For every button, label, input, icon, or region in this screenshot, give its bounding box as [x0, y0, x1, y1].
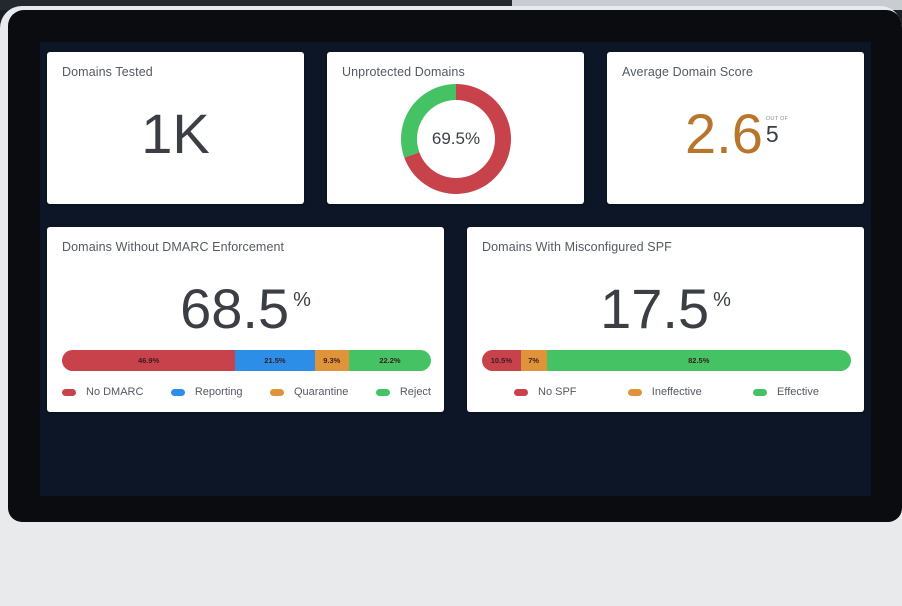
- legend-label: No SPF: [538, 386, 577, 398]
- misconfigured-spf-card: Domains With Misconfigured SPF 17.5% 10.…: [467, 227, 864, 412]
- legend-label: Reporting: [194, 386, 243, 398]
- legend-item-no-spf[interactable]: No SPF: [514, 386, 577, 398]
- domains-tested-card: Domains Tested 1K: [47, 52, 304, 204]
- score-scale: OUT OF 5: [766, 116, 788, 146]
- legend-label: Effective: [777, 386, 819, 398]
- dmarc-percentage: 68.5%: [47, 279, 444, 339]
- legend-item-no-dmarc[interactable]: No DMARC: [62, 386, 143, 398]
- bar-segment-quarantine: 9.3%: [314, 350, 349, 371]
- legend-label: Ineffective: [651, 386, 702, 398]
- score-display: 2.6 OUT OF 5: [685, 104, 788, 164]
- legend-item-reject[interactable]: Reject: [375, 386, 431, 398]
- spf-legend: No SPF Ineffective Effective: [482, 385, 851, 399]
- card-title: Average Domain Score: [622, 65, 754, 79]
- unprotected-donut-chart: 69.5%: [400, 83, 512, 195]
- bar-segment-reject: 22.2%: [348, 350, 431, 371]
- spf-stacked-bar: 10.5% 7% 82.5%: [482, 350, 851, 371]
- score-max-value: 5: [765, 121, 779, 147]
- legend-item-ineffective[interactable]: Ineffective: [627, 386, 702, 398]
- unprotected-domains-card: Unprotected Domains 69.5%: [327, 52, 584, 204]
- card-title: Domains Tested: [62, 65, 153, 79]
- monitor-bezel: Domains Tested 1K Unprotected Domains 69…: [8, 10, 902, 522]
- domains-tested-value: 1K: [141, 102, 210, 165]
- bar-segment-ineffective: 7%: [520, 350, 547, 371]
- legend-label: Reject: [399, 386, 431, 398]
- spf-percentage-value: 17.5: [600, 277, 710, 340]
- percent-sign: %: [293, 289, 311, 311]
- legend-swatch: [170, 388, 185, 396]
- dmarc-enforcement-card: Domains Without DMARC Enforcement 68.5% …: [47, 227, 444, 412]
- legend-swatch: [62, 388, 76, 396]
- percent-sign: %: [713, 289, 731, 311]
- dashboard-screen: Domains Tested 1K Unprotected Domains 69…: [40, 42, 871, 496]
- monitor-frame: Domains Tested 1K Unprotected Domains 69…: [0, 6, 902, 606]
- bar-segment-no-spf: 10.5%: [482, 350, 521, 371]
- legend-item-quarantine[interactable]: Quarantine: [269, 386, 349, 398]
- legend-item-reporting[interactable]: Reporting: [170, 386, 243, 398]
- legend-swatch: [753, 388, 767, 396]
- dmarc-stacked-bar: 46.9% 21.5% 9.3% 22.2%: [62, 350, 431, 371]
- card-title: Unprotected Domains: [342, 65, 465, 79]
- average-score-value: 2.6: [685, 102, 763, 165]
- average-domain-score-card: Average Domain Score 2.6 OUT OF 5: [607, 52, 864, 204]
- donut-center-label: 69.5%: [431, 129, 481, 148]
- spf-percentage: 17.5%: [467, 279, 864, 339]
- dmarc-percentage-value: 68.5: [180, 277, 290, 340]
- legend-swatch: [627, 388, 642, 396]
- legend-label: No DMARC: [86, 386, 144, 398]
- legend-label: Quarantine: [293, 386, 349, 398]
- card-title: Domains With Misconfigured SPF: [482, 240, 672, 254]
- card-title: Domains Without DMARC Enforcement: [62, 240, 285, 254]
- legend-swatch: [375, 388, 390, 396]
- bar-segment-reporting: 21.5%: [235, 350, 315, 371]
- bar-segment-effective: 82.5%: [546, 350, 851, 371]
- monitor-chin: [0, 522, 902, 606]
- legend-swatch: [269, 388, 284, 396]
- bar-segment-no-dmarc: 46.9%: [62, 350, 236, 371]
- legend-swatch: [514, 388, 528, 396]
- legend-item-effective[interactable]: Effective: [753, 386, 819, 398]
- dmarc-legend: No DMARC Reporting Quarantine Reject: [62, 385, 431, 399]
